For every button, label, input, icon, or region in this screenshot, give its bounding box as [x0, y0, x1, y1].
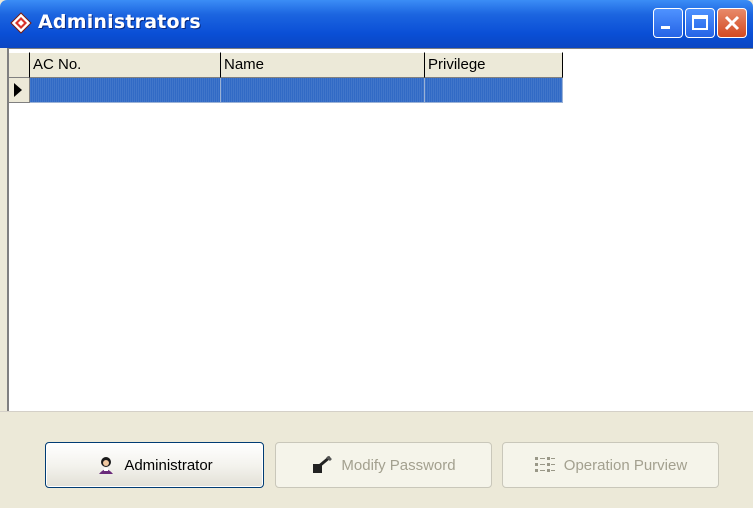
table-row[interactable] [9, 78, 563, 103]
column-header-privilege[interactable]: Privilege [425, 52, 563, 78]
title-bar[interactable]: Administrators [0, 0, 753, 48]
cell-privilege[interactable] [425, 78, 563, 103]
administrators-window: Administrators AC No. Name Privilege Adm… [0, 0, 753, 508]
column-header-ac-no[interactable]: AC No. [30, 52, 221, 78]
current-row-arrow-icon [14, 83, 22, 97]
modify-password-button-label: Modify Password [341, 456, 456, 474]
administrator-button-label: Administrator [124, 456, 213, 474]
operation-purview-button-label: Operation Purview [563, 456, 688, 474]
administrators-grid[interactable]: AC No. Name Privilege [7, 48, 753, 411]
app-diamond-icon [10, 12, 32, 34]
administrator-button[interactable]: Administrator [45, 442, 264, 488]
modify-password-button[interactable]: Modify Password [275, 442, 492, 488]
row-indicator-header [9, 52, 30, 78]
window-title: Administrators [38, 11, 201, 33]
cell-ac-no[interactable] [30, 78, 221, 103]
button-panel: Administrator Modify Password Operation … [0, 411, 753, 508]
maximize-button[interactable] [685, 8, 715, 38]
cell-name[interactable] [221, 78, 425, 103]
password-pencil-icon [313, 455, 333, 473]
operation-purview-button[interactable]: Operation Purview [502, 442, 719, 488]
minimize-button[interactable] [653, 8, 683, 38]
grid-header: AC No. Name Privilege [9, 52, 563, 78]
row-selector[interactable] [9, 78, 30, 103]
column-header-name[interactable]: Name [221, 52, 425, 78]
minimize-icon [661, 26, 670, 29]
close-icon [724, 15, 740, 31]
user-icon [99, 457, 114, 474]
close-button[interactable] [717, 8, 747, 38]
list-tree-icon [534, 457, 555, 472]
maximize-icon [692, 15, 708, 30]
